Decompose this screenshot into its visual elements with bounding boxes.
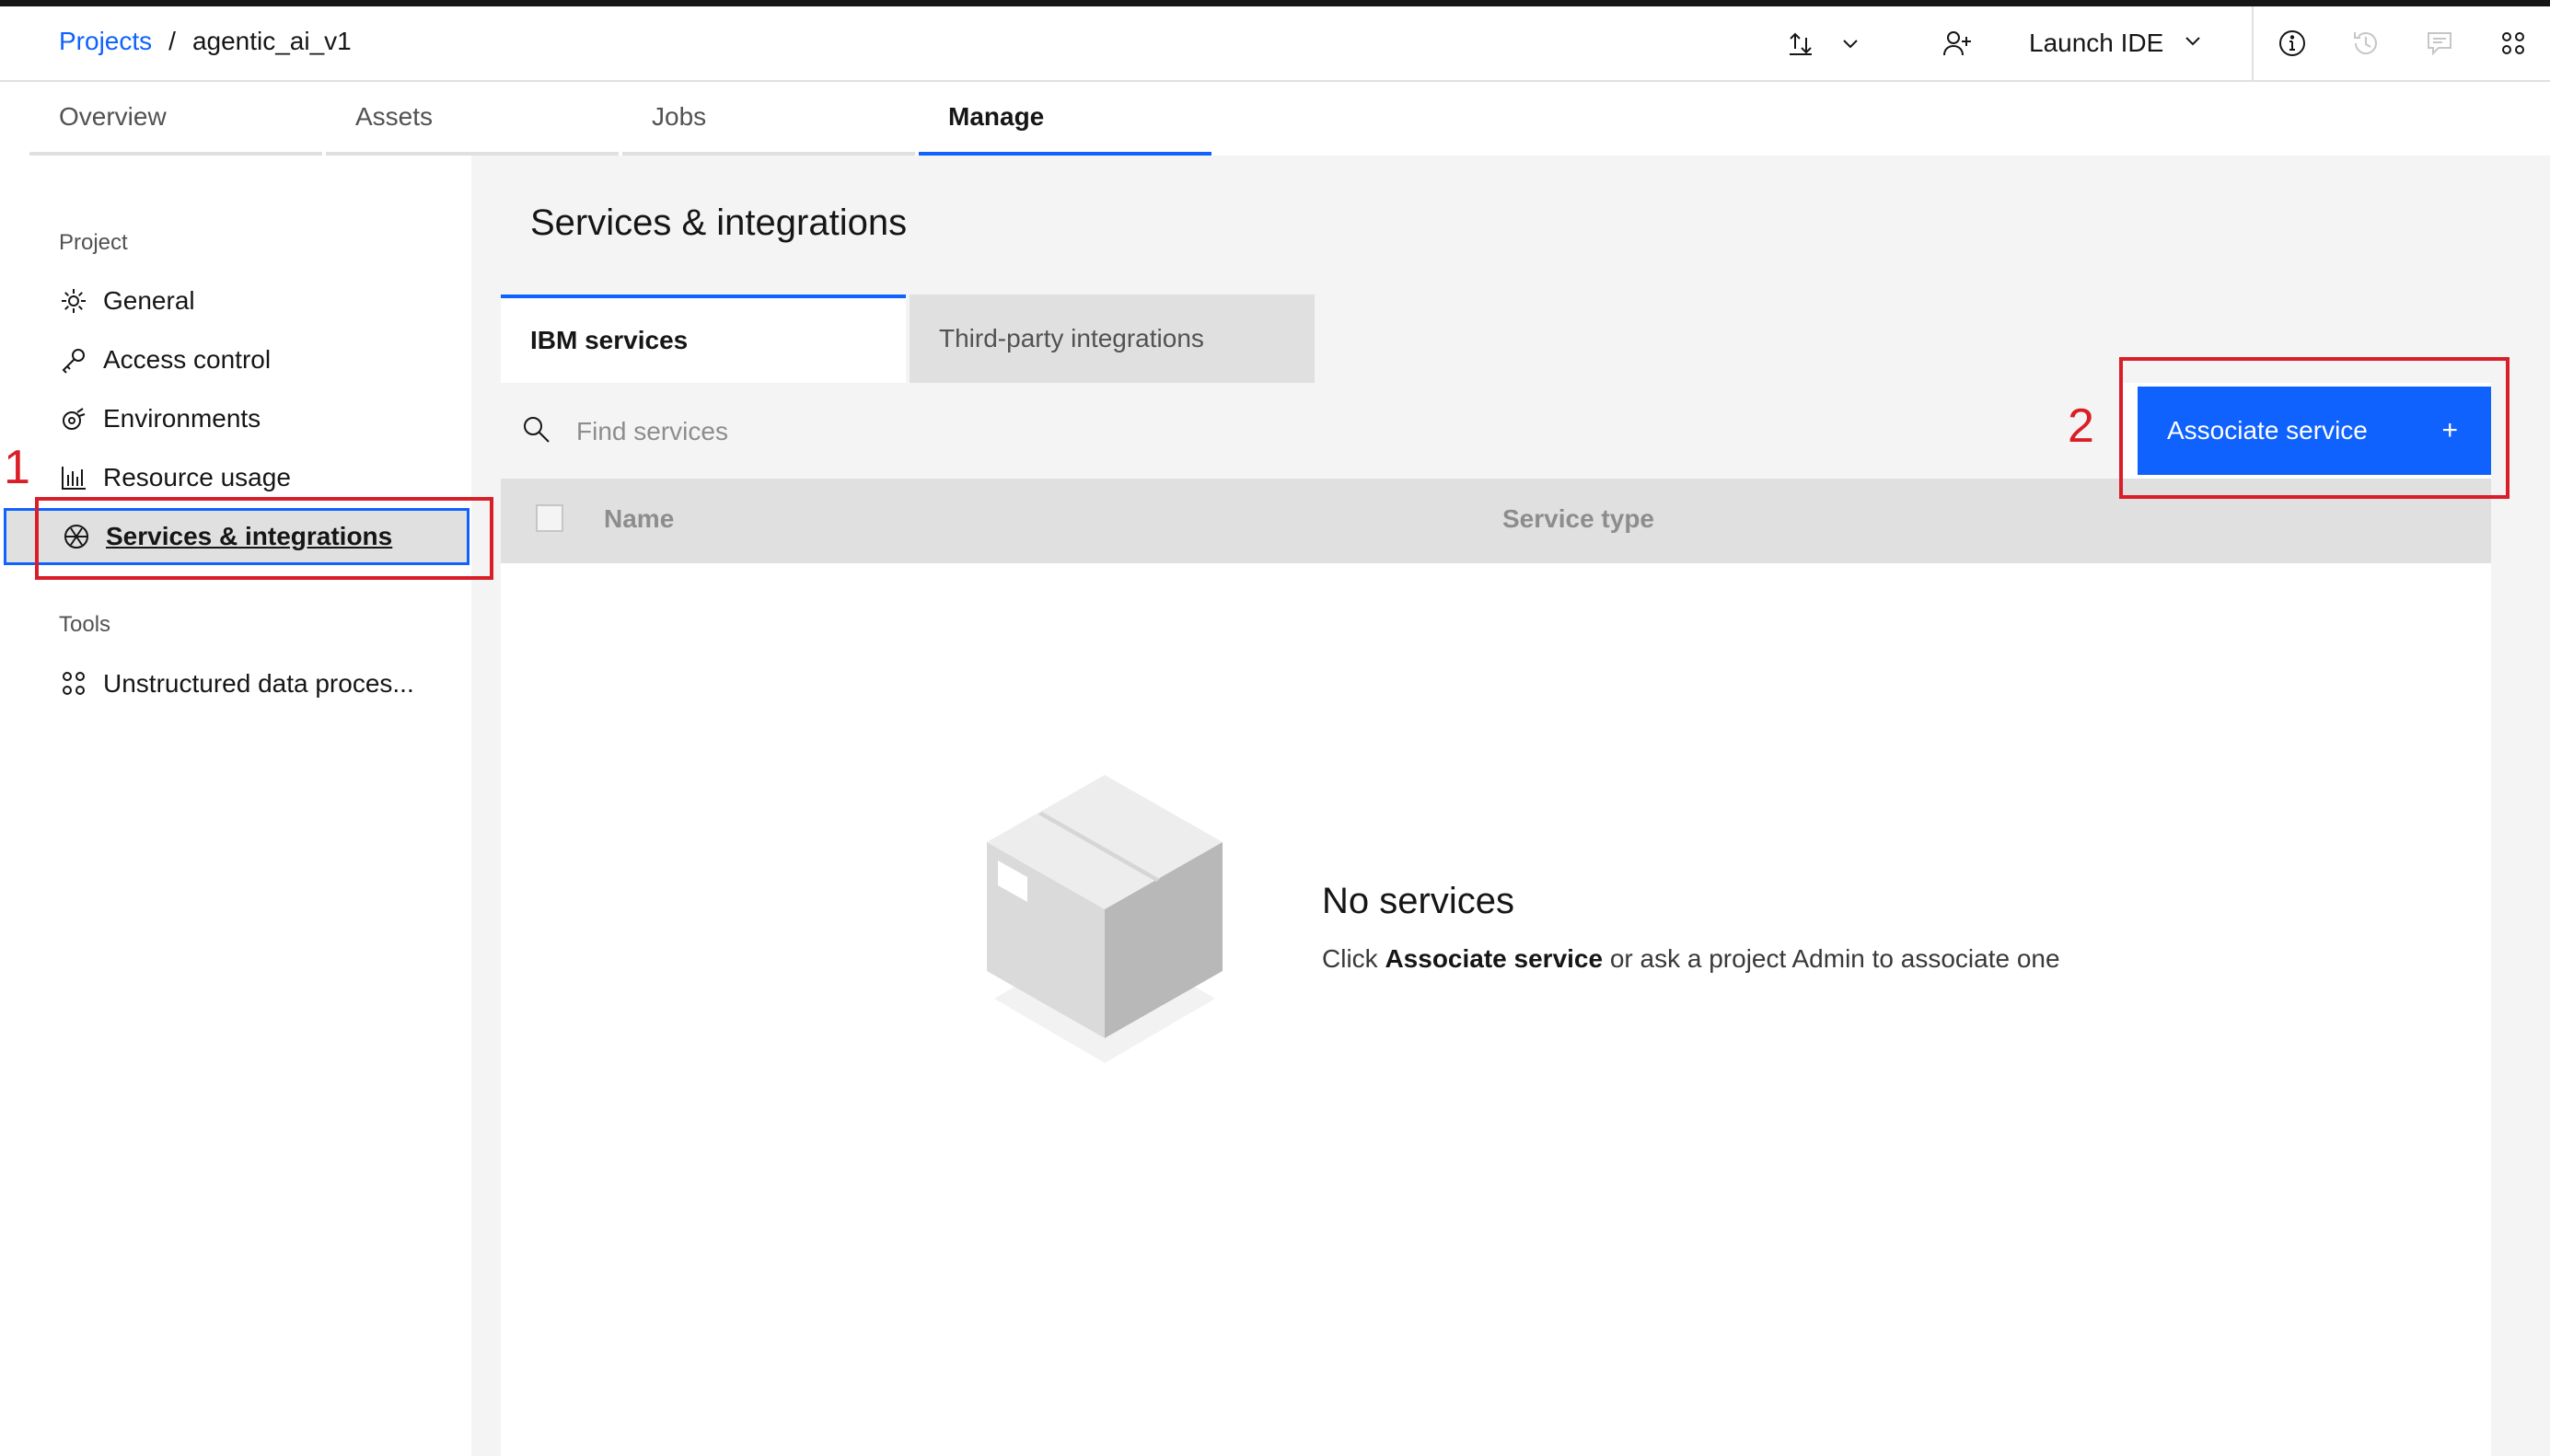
launch-ide-label: Launch IDE — [2029, 29, 2164, 57]
empty-state-description: Click Associate service or ask a project… — [1322, 944, 2060, 974]
sidebar-item-label: Resource usage — [103, 463, 291, 491]
breadcrumb-projects-link[interactable]: Projects — [59, 27, 152, 56]
empty-state-text-pre: Click — [1322, 944, 1378, 973]
tab-jobs[interactable]: Jobs — [622, 82, 915, 156]
info-icon[interactable] — [2265, 6, 2320, 80]
sidebar-item-unstructured-data[interactable]: Unstructured data proces... — [29, 655, 471, 712]
key-icon — [59, 345, 88, 375]
chevron-down-icon — [2182, 29, 2204, 58]
sidebar-item-label: Unstructured data proces... — [103, 669, 414, 698]
tab-ibm-services[interactable]: IBM services — [501, 295, 906, 383]
empty-state-title: No services — [1322, 881, 1514, 921]
breadcrumb-separator: / — [168, 27, 176, 55]
tab-overview[interactable]: Overview — [29, 82, 322, 156]
breadcrumb-current: agentic_ai_v1 — [191, 27, 352, 55]
breadcrumb: Projects / agentic_ai_v1 — [59, 27, 352, 56]
comment-icon[interactable] — [2412, 6, 2467, 80]
bar-chart-icon — [59, 463, 88, 492]
sidebar-section-tools: Tools — [59, 612, 111, 637]
search-icon — [521, 414, 552, 450]
project-tabs: Overview Assets Jobs Manage — [29, 82, 1215, 156]
import-export-icon[interactable] — [1773, 6, 1828, 80]
sidebar-item-access-control[interactable]: Access control — [29, 331, 471, 388]
sidebar-item-label: Access control — [103, 345, 272, 374]
tab-third-party-integrations[interactable]: Third-party integrations — [910, 295, 1315, 383]
app-switcher-icon[interactable] — [2486, 6, 2541, 80]
column-header-service-type[interactable]: Service type — [1502, 504, 1654, 534]
tab-assets[interactable]: Assets — [326, 82, 619, 156]
search-input[interactable] — [574, 401, 2051, 462]
top-border — [0, 0, 2550, 6]
sidebar-section-project: Project — [59, 230, 128, 255]
add-collaborator-icon[interactable] — [1930, 6, 1985, 80]
sidebar-item-label: Environments — [103, 404, 261, 433]
annotation-box-2 — [2119, 357, 2509, 499]
sidebar-item-label: General — [103, 286, 195, 315]
empty-state-text-post: or ask a project Admin to associate one — [1609, 944, 2060, 973]
tab-manage[interactable]: Manage — [919, 82, 1211, 156]
empty-state-text-bold: Associate service — [1385, 944, 1604, 973]
annotation-number-2: 2 — [2068, 399, 2094, 453]
sidebar-item-general[interactable]: General — [29, 272, 471, 329]
environment-icon — [59, 404, 88, 433]
services-subtabs: IBM services Third-party integrations — [501, 295, 1315, 383]
sidebar-item-environments[interactable]: Environments — [29, 390, 471, 447]
page-title: Services & integrations — [530, 202, 908, 243]
header-divider — [2252, 6, 2254, 80]
app-header: Projects / agentic_ai_v1 Launch IDE — [0, 6, 2550, 82]
history-icon[interactable] — [2338, 6, 2394, 80]
chevron-down-icon[interactable] — [1823, 6, 1878, 80]
select-all-checkbox[interactable] — [536, 504, 563, 532]
data-processing-icon — [59, 669, 88, 699]
annotation-box-1 — [35, 497, 493, 580]
empty-box-illustration — [987, 775, 1223, 1063]
column-header-name[interactable]: Name — [604, 504, 674, 534]
annotation-number-1: 1 — [4, 441, 30, 494]
gear-icon — [59, 286, 88, 316]
launch-ide-menu[interactable]: Launch IDE — [2029, 6, 2204, 80]
